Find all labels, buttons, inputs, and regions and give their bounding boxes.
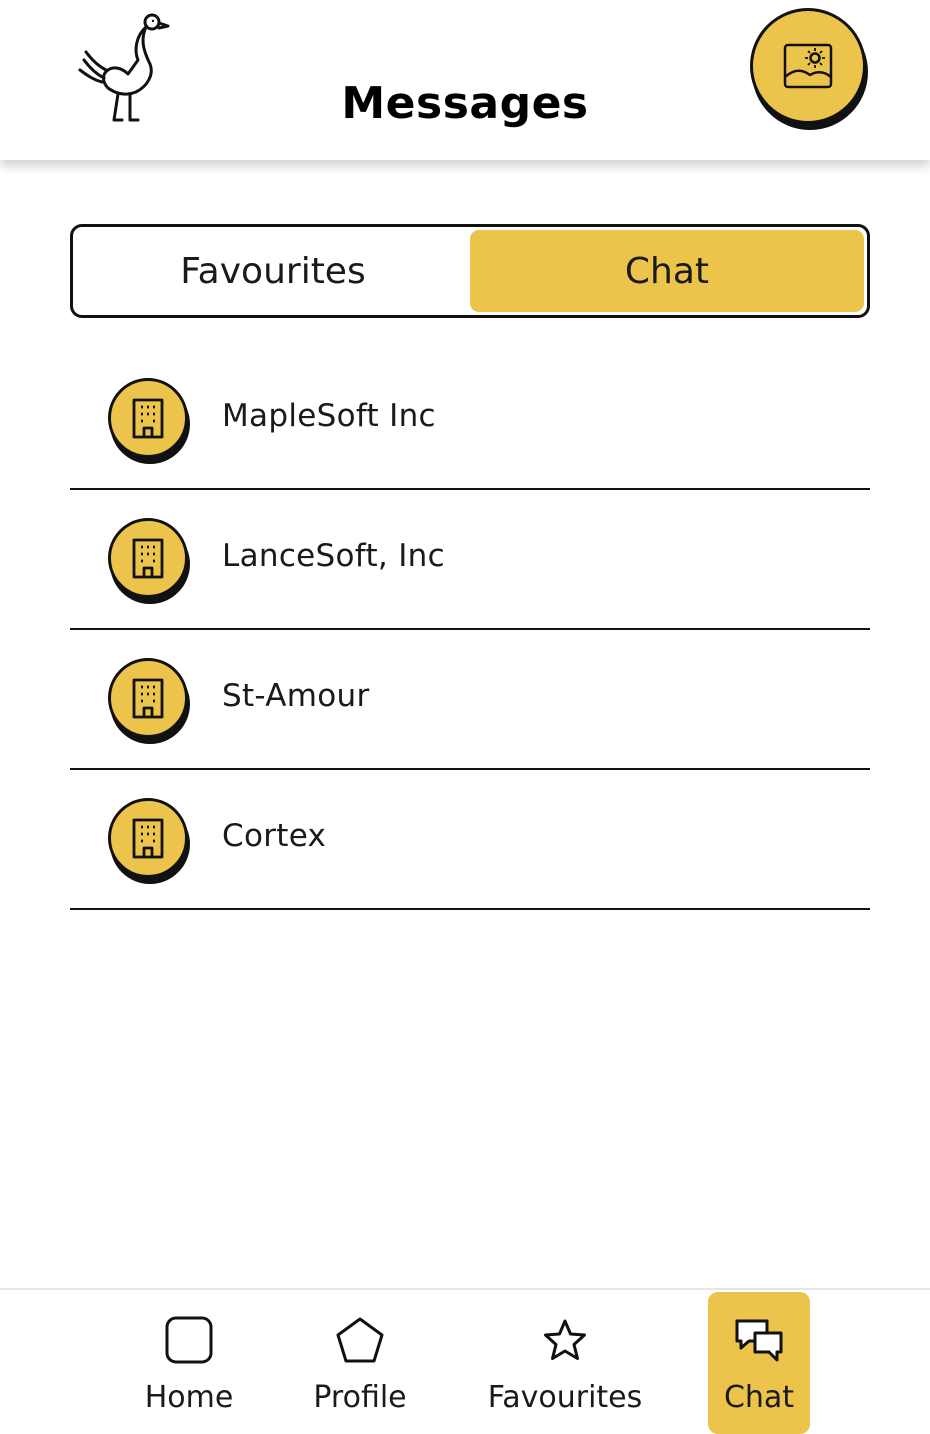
- nav-favourites-label: Favourites: [487, 1380, 643, 1415]
- messages-screen: Messages Favourites Chat MapleSoft Inc L…: [0, 0, 930, 1434]
- chat-avatar: [108, 798, 190, 884]
- chat-avatar-face: [108, 798, 188, 878]
- nav-profile[interactable]: Profile: [304, 1292, 416, 1434]
- bottom-navigation: Home Profile Favourites Chat: [0, 1288, 930, 1434]
- building-icon: [132, 818, 164, 859]
- chat-list-item[interactable]: St-Amour: [70, 630, 870, 770]
- building-icon: [132, 398, 164, 439]
- chat-list-item[interactable]: LanceSoft, Inc: [70, 490, 870, 630]
- chat-bubbles-icon: [734, 1314, 784, 1366]
- chat-list-item[interactable]: MapleSoft Inc: [70, 350, 870, 490]
- chat-list-item[interactable]: Cortex: [70, 770, 870, 910]
- nav-favourites[interactable]: Favourites: [478, 1292, 652, 1434]
- chat-list: MapleSoft Inc LanceSoft, Inc St-Amour Co…: [70, 350, 870, 910]
- chat-contact-name: Cortex: [222, 818, 327, 854]
- nav-home-label: Home: [144, 1380, 234, 1415]
- nav-profile-label: Profile: [313, 1380, 407, 1415]
- pentagon-icon: [335, 1314, 385, 1366]
- nav-chat-label: Chat: [723, 1380, 795, 1415]
- chat-avatar: [108, 658, 190, 744]
- image-placeholder-icon: [783, 43, 833, 89]
- chat-avatar-face: [108, 658, 188, 738]
- nav-home[interactable]: Home: [134, 1292, 244, 1434]
- tab-chat[interactable]: Chat: [470, 230, 864, 312]
- star-icon: [542, 1314, 588, 1366]
- chat-contact-name: LanceSoft, Inc: [222, 538, 445, 574]
- app-header: Messages: [0, 0, 930, 160]
- nav-chat[interactable]: Chat: [708, 1292, 810, 1434]
- chat-avatar-face: [108, 518, 188, 598]
- chat-avatar: [108, 518, 190, 604]
- square-icon: [164, 1314, 214, 1366]
- building-icon: [132, 678, 164, 719]
- profile-picture-button[interactable]: [750, 8, 870, 132]
- chat-contact-name: MapleSoft Inc: [222, 398, 436, 434]
- tab-favourites[interactable]: Favourites: [76, 230, 470, 312]
- chat-avatar: [108, 378, 190, 464]
- profile-picture: [750, 8, 866, 124]
- building-icon: [132, 538, 164, 579]
- chat-avatar-face: [108, 378, 188, 458]
- messages-tab-switch: Favourites Chat: [70, 224, 870, 318]
- chat-contact-name: St-Amour: [222, 678, 370, 714]
